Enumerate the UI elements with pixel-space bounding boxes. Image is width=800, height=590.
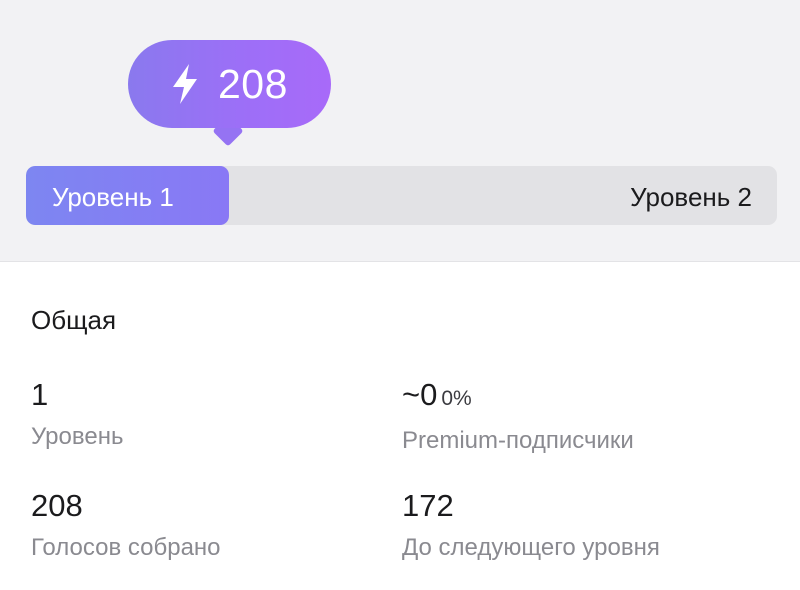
stat-premium: ~0 0% Premium-подписчики (402, 377, 634, 455)
stat-votes: 208 Голосов собрано (31, 488, 221, 562)
boost-count: 208 (218, 60, 288, 107)
section-title: Общая (31, 305, 117, 335)
stat-level: 1 Уровень (31, 377, 123, 451)
stat-votes-label: Голосов собрано (31, 534, 221, 561)
stat-to-next-level-label: До следующего уровня (402, 534, 660, 561)
stat-premium-label: Premium-подписчики (402, 427, 634, 454)
stat-level-value: 1 (31, 377, 49, 412)
current-level-label: Уровень 1 (52, 182, 174, 212)
stat-level-label: Уровень (31, 423, 124, 450)
stat-premium-percent: 0% (441, 387, 472, 410)
lightning-icon (168, 62, 202, 106)
next-level-label: Уровень 2 (630, 182, 752, 212)
boost-count-bubble: 208 (128, 40, 331, 128)
stat-to-next-level: 172 До следующего уровня (402, 488, 660, 562)
stat-votes-value: 208 (31, 488, 83, 523)
stat-to-next-level-value: 172 (402, 488, 454, 523)
stat-premium-value: ~0 (402, 377, 438, 412)
stat-premium-value-row: ~0 0% (402, 377, 634, 417)
